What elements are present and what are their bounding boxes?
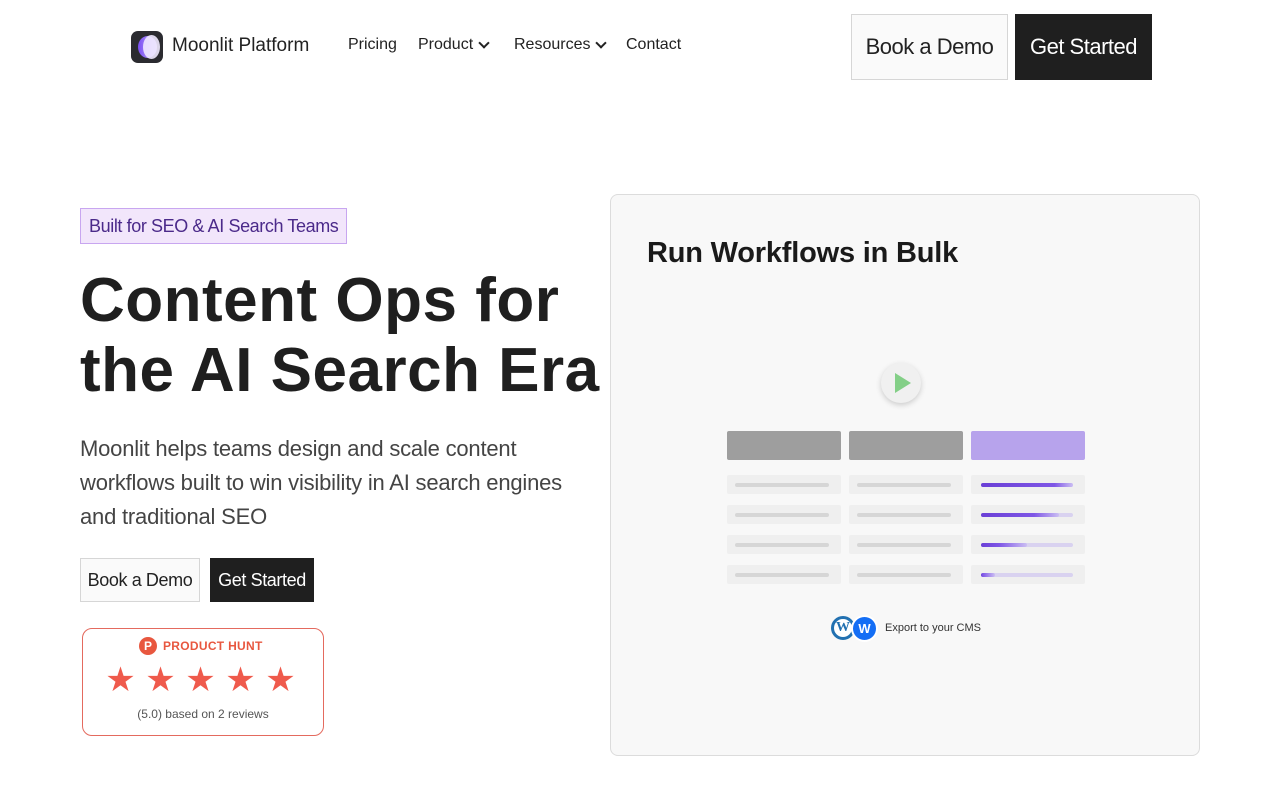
table-progress-cell [971, 505, 1085, 524]
site-header: Moonlit Platform Pricing Product Resourc… [0, 0, 1280, 94]
nav-pricing[interactable]: Pricing [348, 36, 397, 54]
table-placeholder-cell [849, 565, 963, 584]
play-icon[interactable] [881, 363, 921, 403]
star-icon: ★ [185, 661, 216, 699]
hero-book-demo-button[interactable]: Book a Demo [80, 558, 200, 602]
product-hunt-rating-card[interactable]: P PRODUCT HUNT ★ ★ ★ ★ ★ (5.0) based on 2 re… [82, 628, 324, 736]
star-icon: ★ [105, 661, 136, 699]
hero-subtext: Moonlit helps teams design and scale con… [80, 436, 562, 529]
product-hunt-icon: P [139, 637, 157, 655]
nav-product[interactable]: Product [418, 36, 490, 54]
table-placeholder-cell [727, 535, 841, 554]
headline-line-1: Content Ops for [80, 266, 560, 335]
header-book-demo-button[interactable]: Book a Demo [851, 14, 1008, 80]
table-placeholder-cell [727, 565, 841, 584]
nav-contact[interactable]: Contact [626, 36, 681, 54]
star-icon: ★ [225, 661, 256, 699]
hero-headline: Content Ops for the AI Search Era [80, 266, 600, 406]
headline-line-2: the AI Search Era [80, 336, 600, 405]
table-placeholder-cell [849, 535, 963, 554]
progress-fill [981, 543, 1027, 547]
progress-fill [981, 483, 1073, 487]
table-placeholder-cell [849, 475, 963, 494]
table-placeholder-cell [849, 505, 963, 524]
rating-stars: ★ ★ ★ ★ ★ [105, 661, 296, 699]
table-placeholder-cell [727, 505, 841, 524]
export-cms-text: Export to your CMS [885, 622, 981, 634]
nav-resources[interactable]: Resources [514, 36, 608, 54]
progress-fill [981, 573, 995, 577]
table-header-cell [849, 431, 963, 460]
product-hunt-label: PRODUCT HUNT [163, 639, 263, 653]
table-placeholder-cell [727, 475, 841, 494]
table-progress-cell [971, 535, 1085, 554]
audience-badge: Built for SEO & AI Search Teams [80, 208, 348, 244]
table-progress-cell [971, 475, 1085, 494]
moonlit-logo-icon[interactable] [131, 31, 163, 63]
header-get-started-button[interactable]: Get Started [1015, 14, 1152, 80]
star-icon: ★ [265, 661, 296, 699]
export-cms: W W Export to your CMS [831, 615, 981, 642]
hero-get-started-button[interactable]: Get Started [210, 558, 314, 602]
webflow-icon: W [851, 615, 878, 642]
panel-title: Run Workflows in Bulk [647, 237, 959, 269]
workflow-demo-panel: Run Workflows in Bulk W W Export to your… [610, 194, 1200, 756]
reviews-summary: (5.0) based on 2 reviews [137, 707, 269, 721]
star-icon: ★ [145, 661, 176, 699]
table-progress-cell [971, 565, 1085, 584]
table-header-cell-highlighted [971, 431, 1085, 460]
brand-name[interactable]: Moonlit Platform [172, 35, 309, 57]
chevron-down-icon [595, 37, 608, 49]
chevron-down-icon [478, 37, 490, 49]
table-header-cell [727, 431, 841, 460]
progress-fill [981, 513, 1059, 517]
